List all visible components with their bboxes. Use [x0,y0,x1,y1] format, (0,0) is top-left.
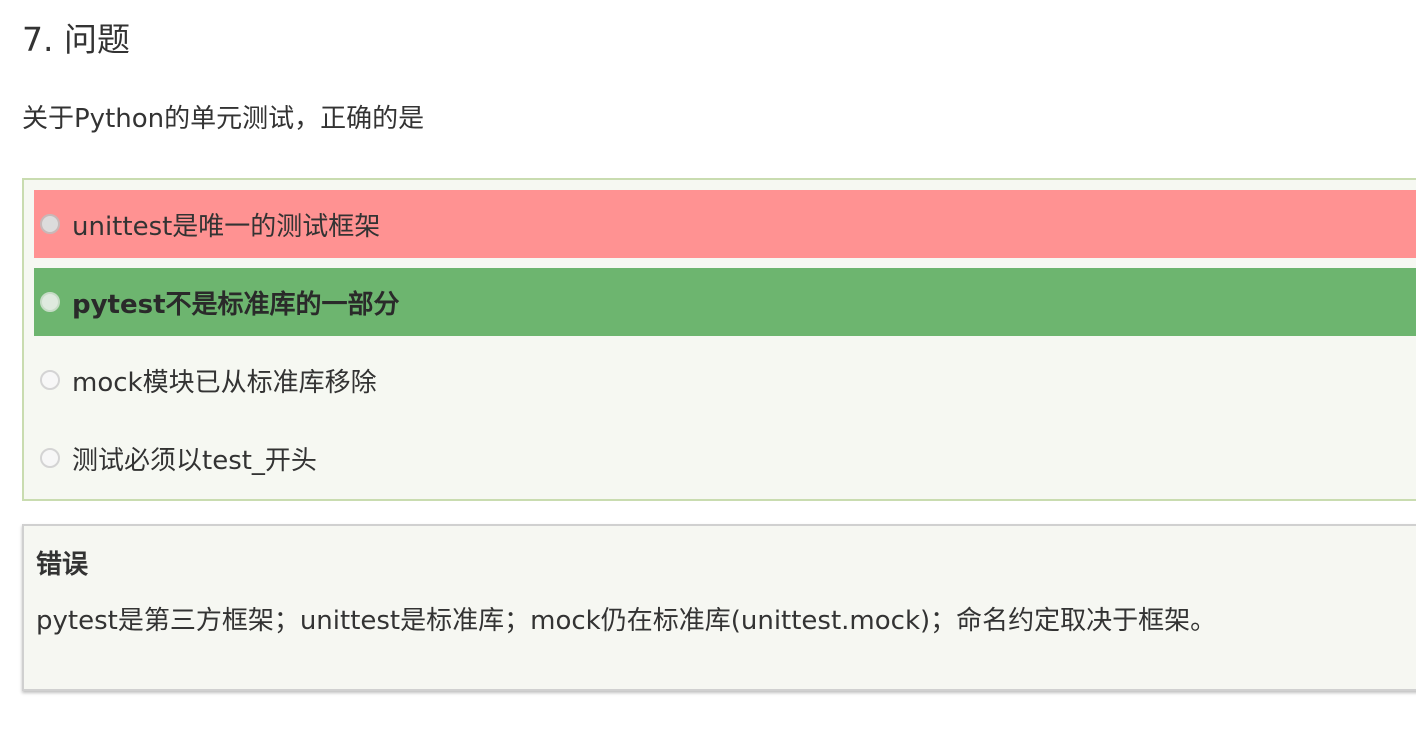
option-3[interactable]: mock模块已从标准库移除 [34,346,1416,414]
feedback-heading: 错误 [36,550,89,580]
radio-button[interactable] [40,214,60,234]
option-2[interactable]: pytest不是标准库的一部分 [34,268,1416,336]
radio-button[interactable] [40,292,60,312]
option-label: unittest是唯一的测试框架 [72,211,381,242]
radio-button[interactable] [40,370,60,390]
feedback-text: pytest是第三方框架；unittest是标准库；mock仍在标准库(unit… [36,606,1217,636]
option-label: mock模块已从标准库移除 [72,367,377,398]
option-1[interactable]: unittest是唯一的测试框架 [34,190,1416,258]
question-title: 7. 问题 [22,20,130,59]
option-label: pytest不是标准库的一部分 [72,289,400,320]
answer-options: unittest是唯一的测试框架 pytest不是标准库的一部分 mock模块已… [22,178,1416,501]
option-label: 测试必须以test_开头 [72,445,317,476]
radio-button[interactable] [40,448,60,468]
option-4[interactable]: 测试必须以test_开头 [34,424,1416,492]
feedback-panel: 错误 pytest是第三方框架；unittest是标准库；mock仍在标准库(u… [22,524,1416,691]
question-text: 关于Python的单元测试，正确的是 [22,104,425,134]
